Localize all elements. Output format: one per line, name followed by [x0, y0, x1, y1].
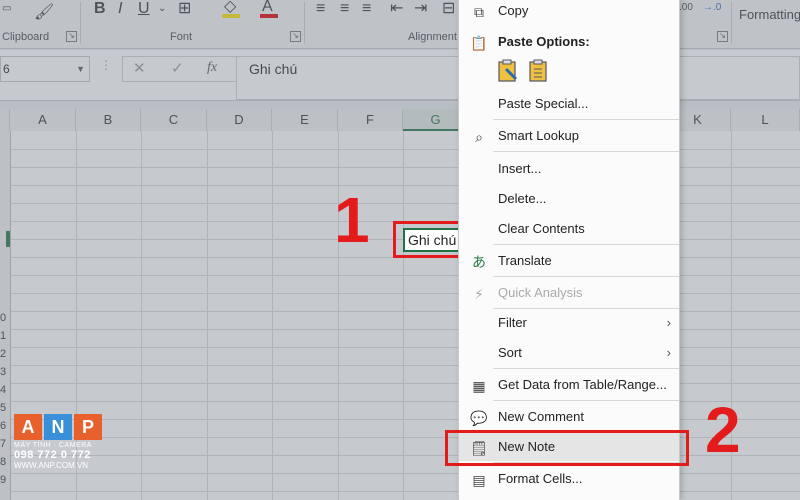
watermark-letter: P [74, 414, 102, 440]
paste-icon: 📋 [470, 35, 488, 51]
step-number-2: 2 [705, 394, 741, 466]
search-icon: ⌕ [475, 129, 483, 145]
highlight-box-new-note [445, 430, 689, 466]
watermark-letters: ANP [14, 414, 110, 440]
format-cells-icon: ▤ [472, 472, 486, 488]
menu-separator [493, 244, 679, 245]
menu-item-format-cells[interactable]: ▤ Format Cells... [459, 465, 679, 493]
context-menu: ⧉ Copy 📋 Paste Options: Paste Special...… [458, 0, 680, 500]
paste-option-values[interactable] [527, 59, 551, 83]
watermark-letter: A [14, 414, 42, 440]
menu-separator [493, 400, 679, 401]
chevron-right-icon: › [666, 315, 671, 330]
menu-separator [493, 151, 679, 152]
copy-icon: ⧉ [474, 4, 484, 20]
translate-icon: あ [472, 254, 486, 270]
menu-item-clear-contents[interactable]: Clear Contents [459, 215, 679, 243]
menu-item-copy[interactable]: ⧉ Copy [459, 0, 679, 25]
menu-item-quick-analysis[interactable]: ⚡ Quick Analysis [459, 279, 679, 307]
chevron-right-icon: › [666, 345, 671, 360]
watermark-logo: ANP MÁY TÍNH · CAMERA 098 772 0 772 WWW.… [14, 414, 110, 470]
paste-options-header: 📋 Paste Options: [470, 34, 590, 51]
menu-separator [493, 119, 679, 120]
menu-separator [493, 368, 679, 369]
comment-icon: 💬 [470, 410, 488, 426]
step-number-1: 1 [334, 184, 370, 256]
paste-option-keep-formatting[interactable] [496, 59, 520, 83]
menu-item-filter[interactable]: Filter › [459, 309, 679, 337]
watermark-phone: 098 772 0 772 [14, 449, 91, 461]
watermark-tagline: MÁY TÍNH · CAMERA [14, 442, 92, 449]
menu-item-translate[interactable]: あ Translate [459, 247, 679, 275]
menu-item-new-comment[interactable]: 💬 New Comment [459, 403, 679, 431]
menu-separator [493, 276, 679, 277]
table-icon: ▦ [472, 378, 486, 394]
quick-analysis-icon: ⚡ [474, 286, 484, 302]
menu-item-sort[interactable]: Sort › [459, 339, 679, 367]
menu-item-get-data[interactable]: ▦ Get Data from Table/Range... [459, 371, 679, 399]
menu-item-delete[interactable]: Delete... [459, 185, 679, 213]
watermark-site: WWW.ANP.COM.VN [14, 461, 89, 470]
menu-item-paste-special[interactable]: Paste Special... [459, 90, 679, 118]
menu-item-smart-lookup[interactable]: ⌕ Smart Lookup [459, 122, 679, 150]
menu-item-insert[interactable]: Insert... [459, 155, 679, 183]
watermark-letter: N [44, 414, 72, 440]
